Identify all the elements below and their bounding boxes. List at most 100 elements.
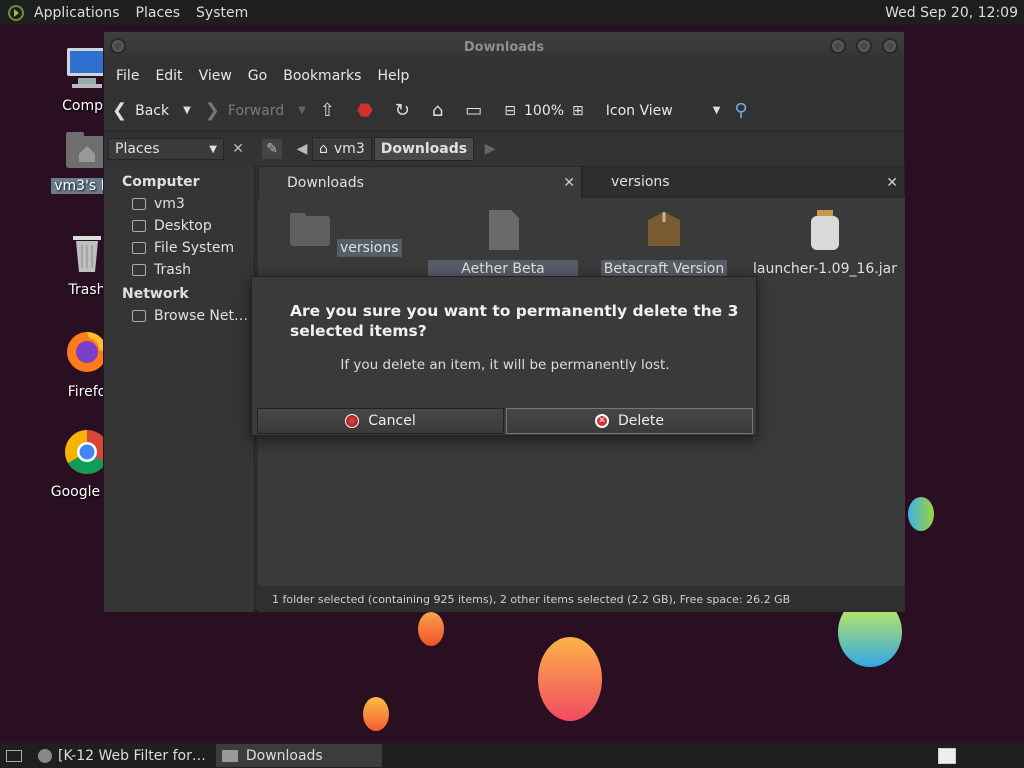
file-name: versions [336,239,402,257]
document-icon [489,210,519,250]
breadcrumb-left-icon[interactable]: ◀ [292,139,312,159]
stop-icon: ⬣ [357,100,373,121]
computer-button[interactable]: ▭ [465,100,490,121]
panel-menu-system[interactable]: System [188,5,256,21]
panel-menu-places[interactable]: Places [128,5,189,21]
toolbar: ❮ Back ▼ ❯ Forward ▼ ⇧ ⬣ ↻ ⌂ ▭ ⊟ 100% ⊞ … [104,90,904,132]
back-button[interactable]: ❮ Back ▼ [112,100,191,121]
sidebar-item-label: Desktop [154,218,212,234]
chevron-down-icon[interactable]: ▼ [183,105,191,116]
sidebar: Computer vm3 Desktop File System Trash N… [104,166,255,612]
breadcrumb-vm3[interactable]: ⌂ vm3 [312,137,372,161]
cancel-icon [345,414,360,428]
sidebar-header-computer: Computer [122,174,200,190]
chevron-down-icon[interactable]: ▼ [298,105,306,116]
tab-downloads[interactable]: Downloads ✕ [258,166,582,198]
menubar: File Edit View Go Bookmarks Help [104,62,904,90]
menu-help[interactable]: Help [369,68,417,84]
window-title: Downloads [463,39,545,55]
network-icon [132,310,146,322]
arrow-right-icon: ❯ [204,100,220,121]
file-item[interactable]: Betacraft Version [589,208,739,278]
close-sidebar-icon[interactable]: ✕ [228,139,248,159]
sidebar-item-label: Trash [154,262,191,278]
up-button[interactable]: ⇧ [320,100,343,121]
sidebar-type-select[interactable]: Places ▼ [108,138,224,160]
stop-button[interactable]: ⬣ [357,100,381,121]
chevron-down-icon: ▼ [712,105,721,116]
show-desktop-button[interactable] [0,744,28,767]
workspace-switcher-icon[interactable] [938,747,956,764]
file-name: launcher-1.09_16.jar [753,261,897,277]
taskbar-item-label: [K-12 Web Filter for… [58,747,206,764]
home-icon: ⌂ [431,100,444,121]
taskbar-item-chrome[interactable]: [K-12 Web Filter for… [32,744,212,767]
folder-icon [221,749,238,762]
wallpaper-bubble [908,497,934,531]
menu-bookmarks[interactable]: Bookmarks [275,68,369,84]
breadcrumb-downloads[interactable]: Downloads [373,137,475,161]
cancel-button[interactable]: Cancel [257,408,504,434]
menu-edit[interactable]: Edit [147,68,190,84]
sidebar-item-desktop[interactable]: Desktop [104,215,254,237]
taskbar-item-downloads[interactable]: Downloads [215,744,382,767]
zoom-control: ⊟ 100% ⊞ [504,103,592,119]
dialog-title: Are you sure you want to permanently del… [290,302,739,340]
trash-icon [132,264,146,276]
sidebar-header-network: Network [122,286,189,302]
wallpaper-bubble [538,637,602,721]
window-titlebar[interactable]: Downloads [104,32,904,62]
forward-button[interactable]: ❯ Forward ▼ [205,100,306,121]
close-button[interactable] [882,38,898,54]
zoom-in-icon[interactable]: ⊞ [572,103,584,119]
close-tab-icon[interactable]: ✕ [886,175,898,191]
zoom-level: 100% [524,102,565,119]
desktop-icon [6,749,22,762]
folder-icon [290,213,331,246]
menu-view[interactable]: View [191,68,240,84]
location-bar: Places ▼ ✕ ✎ ◀ ⌂ vm3 Downloads ▶ [104,132,904,166]
distro-logo-icon[interactable] [8,4,24,21]
zoom-out-icon[interactable]: ⊟ [504,103,516,119]
search-button[interactable]: ⚲ [734,100,755,121]
reload-icon: ↻ [394,100,410,121]
delete-button[interactable]: ✕ Delete [506,408,753,434]
view-mode-select[interactable]: Icon View ▼ [606,103,721,119]
sidebar-item-browse-network[interactable]: Browse Net… [104,305,254,327]
drive-icon [132,242,146,254]
panel-clock[interactable]: Wed Sep 20, 12:09 [885,5,1018,21]
tab-label: versions [611,174,670,190]
sidebar-item-filesystem[interactable]: File System [104,237,254,259]
file-item[interactable]: launcher-1.09_16.jar [750,208,900,278]
tab-versions[interactable]: versions ✕ [582,166,905,198]
wallpaper-bubble [418,612,444,646]
delete-label: Delete [618,413,664,429]
file-item[interactable]: versions [270,208,420,257]
sidebar-item-label: Browse Net… [154,308,249,324]
menu-go[interactable]: Go [240,68,275,84]
edit-location-icon[interactable]: ✎ [262,139,282,159]
taskbar: [K-12 Web Filter for… Downloads [0,743,1024,768]
breadcrumb-label: Downloads [380,141,468,157]
maximize-button[interactable] [856,38,872,54]
close-tab-icon[interactable]: ✕ [563,175,575,191]
reload-button[interactable]: ↻ [395,100,418,121]
breadcrumb-right-icon[interactable]: ▶ [480,139,500,159]
home-icon [132,198,146,210]
minimize-button[interactable] [830,38,846,54]
top-panel: Applications Places System Wed Sep 20, 1… [0,0,1024,25]
sidebar-item-label: File System [154,240,235,256]
home-button[interactable]: ⌂ [432,100,451,121]
arrow-up-icon: ⇧ [319,100,335,121]
arrow-left-icon: ❮ [112,100,128,121]
delete-confirm-dialog: Are you sure you want to permanently del… [251,276,757,436]
menu-file[interactable]: File [108,68,147,84]
sidebar-item-trash[interactable]: Trash [104,259,254,281]
computer-icon: ▭ [465,100,483,121]
view-mode-value: Icon View [605,102,673,119]
window-menu-button[interactable] [110,38,126,54]
cancel-label: Cancel [368,413,416,429]
sidebar-item-vm3[interactable]: vm3 [104,193,254,215]
panel-menu-applications[interactable]: Applications [26,5,128,21]
back-label: Back [135,102,170,119]
